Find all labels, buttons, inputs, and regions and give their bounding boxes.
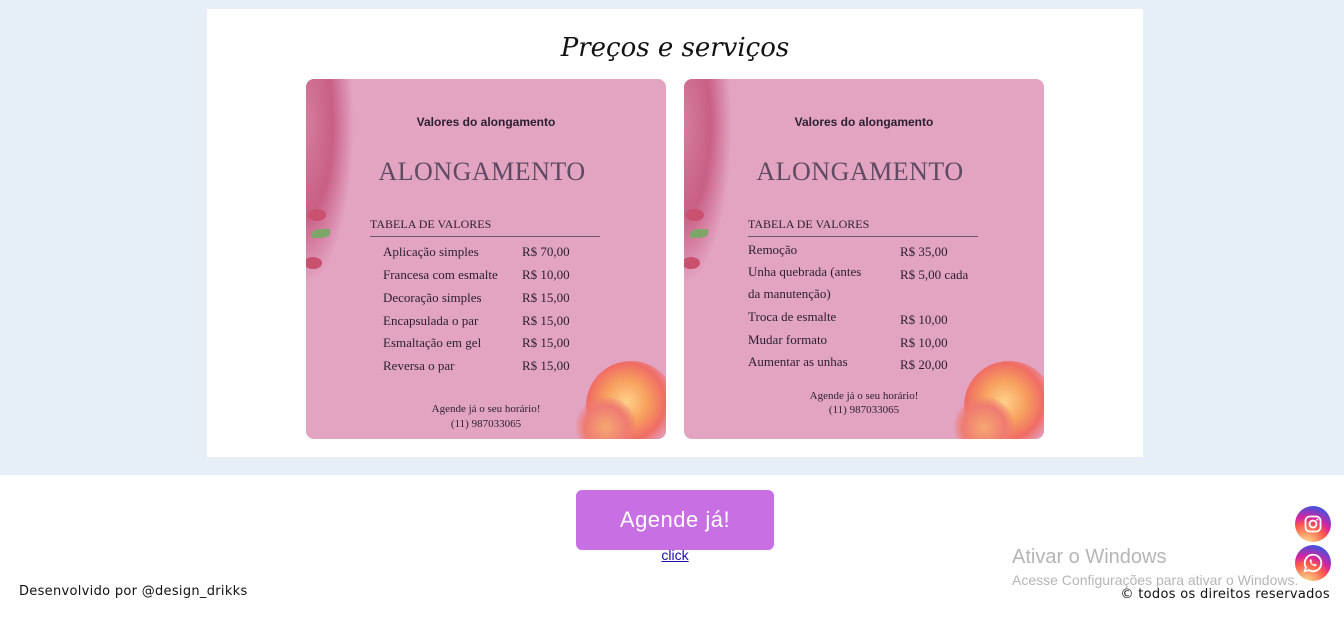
click-link[interactable]: click — [575, 547, 775, 563]
service-name: Troca de esmalte — [748, 309, 837, 324]
card-heading: ALONGAMENTO — [756, 157, 964, 186]
copyright-text: © todos os direitos reservados — [1120, 587, 1330, 602]
price-card-alongamento-1: Valores do alongamento ALONGAMENTO TABEL… — [306, 79, 666, 439]
card-footer-phone: (11) 987033065 — [828, 404, 900, 416]
service-name: Mudar formato — [748, 332, 828, 347]
windows-activation-subtitle: Acesse Configurações para ativar o Windo… — [1012, 572, 1299, 588]
windows-activation-title: Ativar o Windows — [1012, 546, 1167, 568]
service-price: R$ 70,00 — [522, 244, 570, 259]
service-price: R$ 15,00 — [522, 290, 570, 305]
service-name: Francesa com esmalte — [383, 267, 498, 282]
service-name: Aumentar as unhas — [748, 354, 848, 369]
service-name: Aplicação simples — [383, 244, 479, 259]
card-footer-cta: Agende já o seu horário! — [431, 403, 541, 415]
service-name: Reversa o par — [383, 358, 455, 373]
schedule-button[interactable]: Agende já! — [576, 490, 774, 550]
price-card-alongamento-2: Valores do alongamento ALONGAMENTO TABEL… — [684, 79, 1044, 439]
table-label: TABELA DE VALORES — [748, 217, 870, 231]
divider — [748, 236, 978, 237]
table-label: TABELA DE VALORES — [370, 217, 492, 231]
service-price: R$ 35,00 — [900, 244, 948, 259]
card-footer-phone: (11) 987033065 — [450, 418, 522, 430]
service-name: Esmaltação em gel — [383, 335, 482, 350]
instagram-icon — [1304, 515, 1322, 533]
service-price: R$ 15,00 — [522, 313, 570, 328]
service-name: Encapsulada o par — [383, 313, 479, 328]
service-name: da manutenção) — [748, 286, 831, 301]
card-footer-cta: Agende já o seu horário! — [809, 390, 919, 402]
service-price: R$ 20,00 — [900, 357, 948, 372]
whatsapp-icon — [1303, 553, 1323, 573]
card-heading: ALONGAMENTO — [378, 157, 586, 186]
leaf-icon — [690, 229, 708, 238]
divider — [370, 236, 600, 237]
card-subtitle: Valores do alongamento — [416, 115, 556, 129]
service-price: R$ 10,00 — [522, 267, 570, 282]
service-name: Remoção — [748, 242, 798, 257]
whatsapp-button[interactable] — [1295, 545, 1331, 581]
service-price: R$ 15,00 — [522, 335, 570, 350]
service-price: R$ 10,00 — [900, 312, 948, 327]
petal-icon — [686, 209, 704, 221]
developer-credit: Desenvolvido por @design_drikks — [19, 584, 248, 599]
petal-icon — [308, 209, 326, 221]
service-price: R$ 10,00 — [900, 335, 948, 350]
section-title: Preços e serviços — [560, 33, 790, 63]
service-name: Unha quebrada (antes — [748, 264, 862, 279]
instagram-button[interactable] — [1295, 506, 1331, 542]
prices-panel: Preços e serviços Valores do alongamento… — [207, 9, 1143, 457]
card-subtitle: Valores do alongamento — [794, 115, 934, 129]
service-name: Decoração simples — [383, 290, 482, 305]
service-price: R$ 5,00 cada — [900, 267, 969, 282]
service-price: R$ 15,00 — [522, 358, 570, 373]
leaf-icon — [312, 229, 330, 238]
